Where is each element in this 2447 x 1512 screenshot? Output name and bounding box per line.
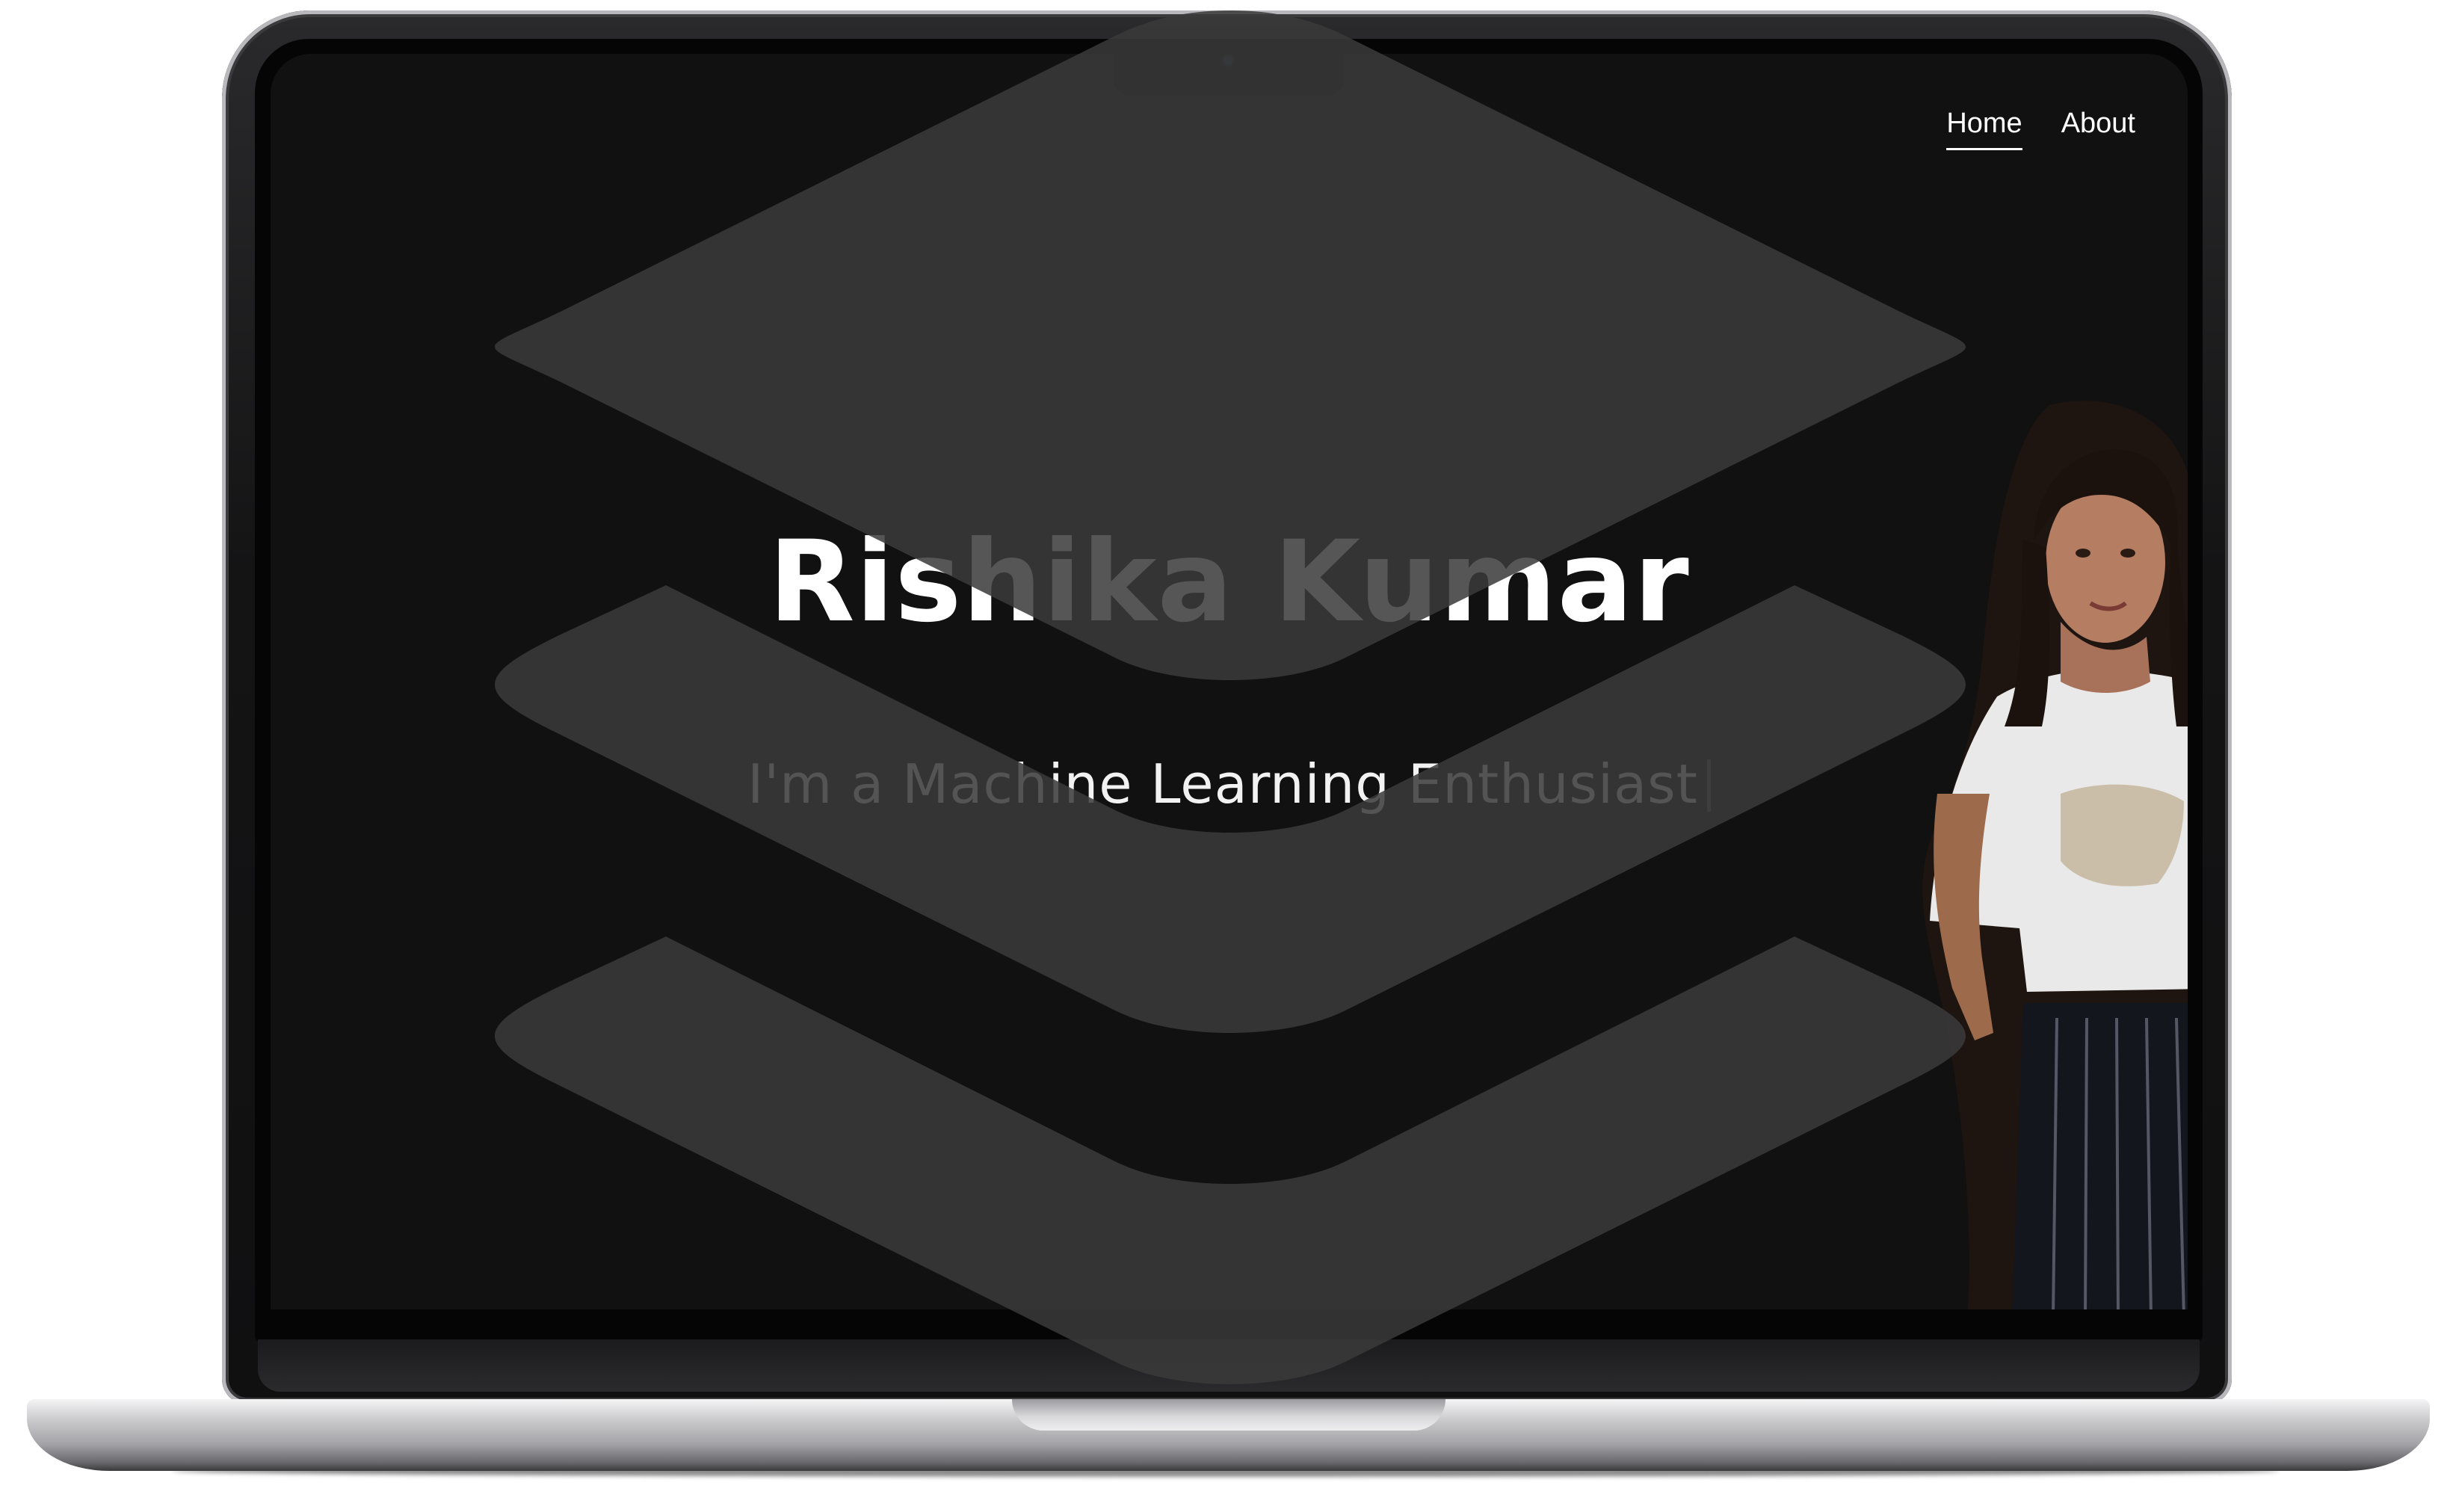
camera-notch xyxy=(1114,42,1344,96)
nav-about-link[interactable]: About xyxy=(2061,108,2135,150)
website-screen: Home About Rishika Kumar I'm a Machine L… xyxy=(271,54,2188,1309)
screen-chin xyxy=(258,1339,2200,1392)
camera-icon xyxy=(1223,55,1233,66)
device-mockup: Home About Rishika Kumar I'm a Machine L… xyxy=(0,0,2447,1512)
hero-section: Rishika Kumar I'm a Machine Learning Ent… xyxy=(271,54,2188,1309)
nav-home-link[interactable]: Home xyxy=(1946,108,2023,150)
top-navigation: Home About xyxy=(1946,108,2135,150)
laptop-thumb-notch xyxy=(1012,1399,1445,1431)
hero-name: Rishika Kumar xyxy=(768,517,1690,647)
typing-cursor xyxy=(1706,759,1711,812)
hero-tagline-text: I'm a Machine Learning Enthusiast xyxy=(747,753,1698,815)
hero-tagline: I'm a Machine Learning Enthusiast xyxy=(271,753,2188,815)
